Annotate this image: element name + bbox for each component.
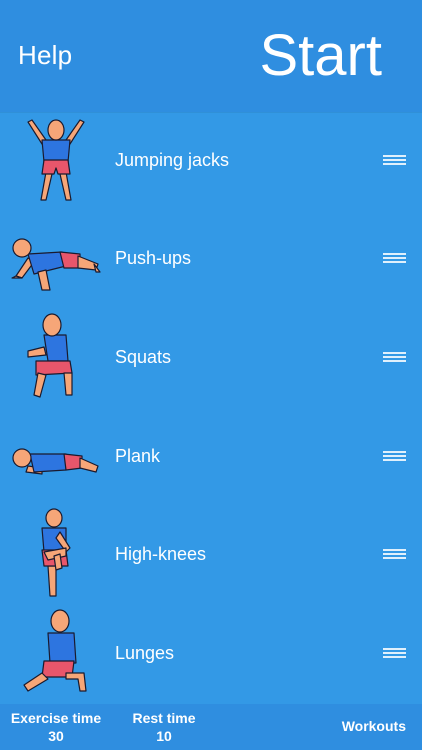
jumping-jacks-figure-icon: [27, 119, 85, 201]
exercise-label: Push-ups: [115, 248, 192, 268]
header-bar: Help Start: [0, 0, 422, 112]
exercise-label: Jumping jacks: [115, 150, 230, 170]
exercise-row-push-ups[interactable]: Push-ups: [0, 210, 422, 308]
drag-handle-icon[interactable]: [383, 549, 406, 561]
high-knees-figure-icon: [41, 508, 71, 597]
rest-time-setting[interactable]: Rest time 10: [122, 710, 206, 744]
exercise-label: High-knees: [115, 544, 207, 564]
exercise-row-lunges[interactable]: Lunges: [0, 605, 422, 703]
exercise-time-setting[interactable]: Exercise time 30: [6, 710, 106, 744]
exercise-label: Plank: [115, 446, 161, 466]
rest-time-label: Rest time: [132, 710, 196, 726]
drag-handle-icon[interactable]: [383, 253, 406, 265]
drag-handle-icon[interactable]: [383, 155, 406, 167]
drag-handle-icon[interactable]: [383, 352, 406, 364]
exercise-time-value: 30: [48, 728, 64, 744]
exercise-label: Lunges: [115, 643, 175, 663]
push-ups-figure-icon: [11, 238, 101, 291]
exercise-label: Squats: [115, 347, 172, 367]
exercise-list: Jumping jacks Push-ups Squats Plank High…: [0, 112, 422, 704]
footer-bar: Exercise time 30 Rest time 10 Workouts: [0, 704, 422, 750]
exercise-time-label: Exercise time: [10, 710, 102, 726]
exercise-row-high-knees[interactable]: High-knees: [0, 506, 422, 604]
lunges-figure-icon: [23, 609, 87, 692]
help-button[interactable]: Help: [18, 40, 72, 71]
exercise-row-squats[interactable]: Squats: [0, 309, 422, 407]
exercise-row-plank[interactable]: Plank: [0, 408, 422, 506]
squats-figure-icon: [27, 313, 73, 398]
rest-time-value: 10: [156, 728, 172, 744]
exercise-row-jumping-jacks[interactable]: Jumping jacks: [0, 112, 422, 210]
workouts-button[interactable]: Workouts: [342, 718, 406, 734]
start-button[interactable]: Start: [260, 22, 383, 89]
drag-handle-icon[interactable]: [383, 648, 406, 660]
plank-figure-icon: [12, 448, 99, 475]
drag-handle-icon[interactable]: [383, 451, 406, 463]
